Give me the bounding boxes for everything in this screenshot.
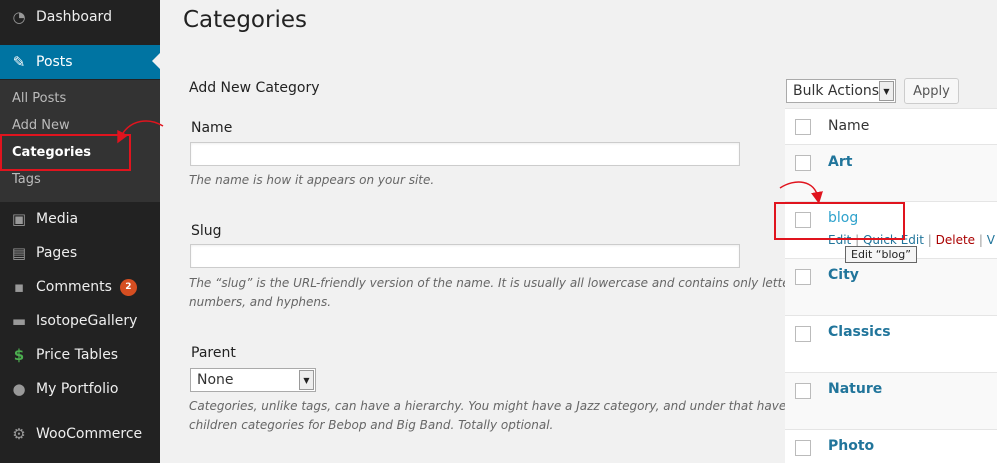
slug-description: The “slug” is the URL-friendly version o… bbox=[189, 274, 805, 312]
delete-link[interactable]: Delete bbox=[936, 233, 975, 247]
parent-description-line-2: children categories for Bebop and Big Ba… bbox=[189, 418, 554, 432]
row-action-separator: | bbox=[978, 233, 983, 247]
menu-woocommerce-label: WooCommerce bbox=[36, 426, 143, 442]
menu-isotopegallery[interactable]: ▬ IsotopeGallery bbox=[0, 304, 160, 338]
menu-dashboard[interactable]: ◔ Dashboard bbox=[0, 0, 160, 34]
table-row: Classics bbox=[785, 315, 997, 372]
add-category-heading: Add New Category bbox=[189, 80, 320, 96]
woocommerce-icon: ⚙ bbox=[12, 425, 26, 443]
menu-pages-label: Pages bbox=[36, 245, 78, 261]
name-input[interactable] bbox=[190, 142, 740, 166]
edit-tooltip: Edit “blog” bbox=[845, 246, 917, 263]
table-row: Photo bbox=[785, 429, 997, 463]
media-icon: ▣ bbox=[11, 210, 27, 228]
current-menu-arrow bbox=[152, 53, 160, 69]
row-checkbox[interactable] bbox=[795, 155, 811, 171]
row-action-separator: | bbox=[927, 233, 932, 247]
parent-description: Categories, unlike tags, can have a hier… bbox=[189, 397, 786, 435]
parent-label: Parent bbox=[191, 345, 236, 361]
table-row: Art bbox=[785, 144, 997, 201]
slug-label: Slug bbox=[191, 223, 222, 239]
slug-input[interactable] bbox=[190, 244, 740, 268]
comments-count-badge: 2 bbox=[119, 278, 137, 296]
menu-price-tables[interactable]: $ Price Tables bbox=[0, 338, 160, 372]
chevron-down-icon: ▼ bbox=[299, 370, 314, 390]
category-link[interactable]: Nature bbox=[828, 381, 882, 397]
gallery-icon: ▬ bbox=[11, 312, 27, 330]
category-link[interactable]: City bbox=[828, 267, 859, 283]
chevron-down-icon: ▼ bbox=[879, 81, 894, 101]
menu-woocommerce[interactable]: ⚙ WooCommerce bbox=[0, 417, 160, 451]
dashboard-icon: ◔ bbox=[12, 8, 26, 26]
menu-price-tables-label: Price Tables bbox=[36, 347, 119, 363]
menu-posts[interactable]: ✎ Posts bbox=[0, 45, 160, 79]
apply-button[interactable]: Apply bbox=[904, 78, 959, 104]
parent-description-line-1: Categories, unlike tags, can have a hier… bbox=[189, 399, 787, 413]
slug-description-line-2: numbers, and hyphens. bbox=[189, 295, 332, 309]
table-header-row: Name bbox=[785, 108, 997, 144]
row-checkbox[interactable] bbox=[795, 440, 811, 456]
submenu-all-posts[interactable]: All Posts bbox=[12, 91, 66, 106]
menu-comments-label: Comments bbox=[36, 279, 112, 295]
table-row: Nature bbox=[785, 372, 997, 429]
row-checkbox[interactable] bbox=[795, 383, 811, 399]
parent-select[interactable]: None ▼ bbox=[190, 368, 316, 392]
slug-description-line-1: The “slug” is the URL-friendly version o… bbox=[189, 276, 805, 290]
menu-isotopegallery-label: IsotopeGallery bbox=[36, 313, 138, 329]
pin-icon: ✎ bbox=[12, 53, 26, 71]
comment-icon: ▪ bbox=[13, 278, 25, 296]
menu-dashboard-label: Dashboard bbox=[36, 9, 112, 25]
annotation-highlight-categories bbox=[0, 134, 131, 171]
menu-posts-label: Posts bbox=[36, 54, 73, 70]
row-checkbox[interactable] bbox=[795, 326, 811, 342]
name-description: The name is how it appears on your site. bbox=[189, 173, 435, 187]
parent-select-value: None bbox=[197, 372, 234, 388]
categories-table: Name Art blog City Classics Nature Photo bbox=[785, 108, 997, 463]
admin-sidebar: ◔ Dashboard ✎ Posts All Posts Add New Ca… bbox=[0, 0, 160, 463]
menu-media[interactable]: ▣ Media bbox=[0, 202, 160, 236]
bulk-actions-select[interactable]: Bulk Actions ▼ bbox=[786, 79, 896, 103]
menu-my-portfolio-label: My Portfolio bbox=[36, 381, 119, 397]
submenu-add-new[interactable]: Add New bbox=[12, 118, 70, 133]
table-row: City bbox=[785, 258, 997, 315]
category-link[interactable]: Classics bbox=[828, 324, 891, 340]
pages-icon: ▤ bbox=[11, 244, 27, 262]
bulk-actions-value: Bulk Actions bbox=[793, 83, 880, 99]
menu-comments[interactable]: ▪ Comments 2 bbox=[0, 270, 160, 304]
dollar-icon: $ bbox=[13, 346, 25, 364]
menu-pages[interactable]: ▤ Pages bbox=[0, 236, 160, 270]
view-link[interactable]: V bbox=[987, 233, 995, 247]
menu-media-label: Media bbox=[36, 211, 79, 227]
select-all-checkbox[interactable] bbox=[795, 119, 811, 135]
name-label: Name bbox=[191, 120, 233, 136]
category-link[interactable]: Photo bbox=[828, 438, 874, 454]
submenu-tags[interactable]: Tags bbox=[12, 172, 41, 187]
category-link[interactable]: Art bbox=[828, 154, 852, 170]
menu-my-portfolio[interactable]: ● My Portfolio bbox=[0, 372, 160, 406]
row-checkbox[interactable] bbox=[795, 269, 811, 285]
portfolio-icon: ● bbox=[12, 380, 26, 398]
page-title: Categories bbox=[183, 7, 307, 33]
annotation-highlight-blog bbox=[774, 202, 905, 240]
column-header-name[interactable]: Name bbox=[828, 118, 869, 134]
